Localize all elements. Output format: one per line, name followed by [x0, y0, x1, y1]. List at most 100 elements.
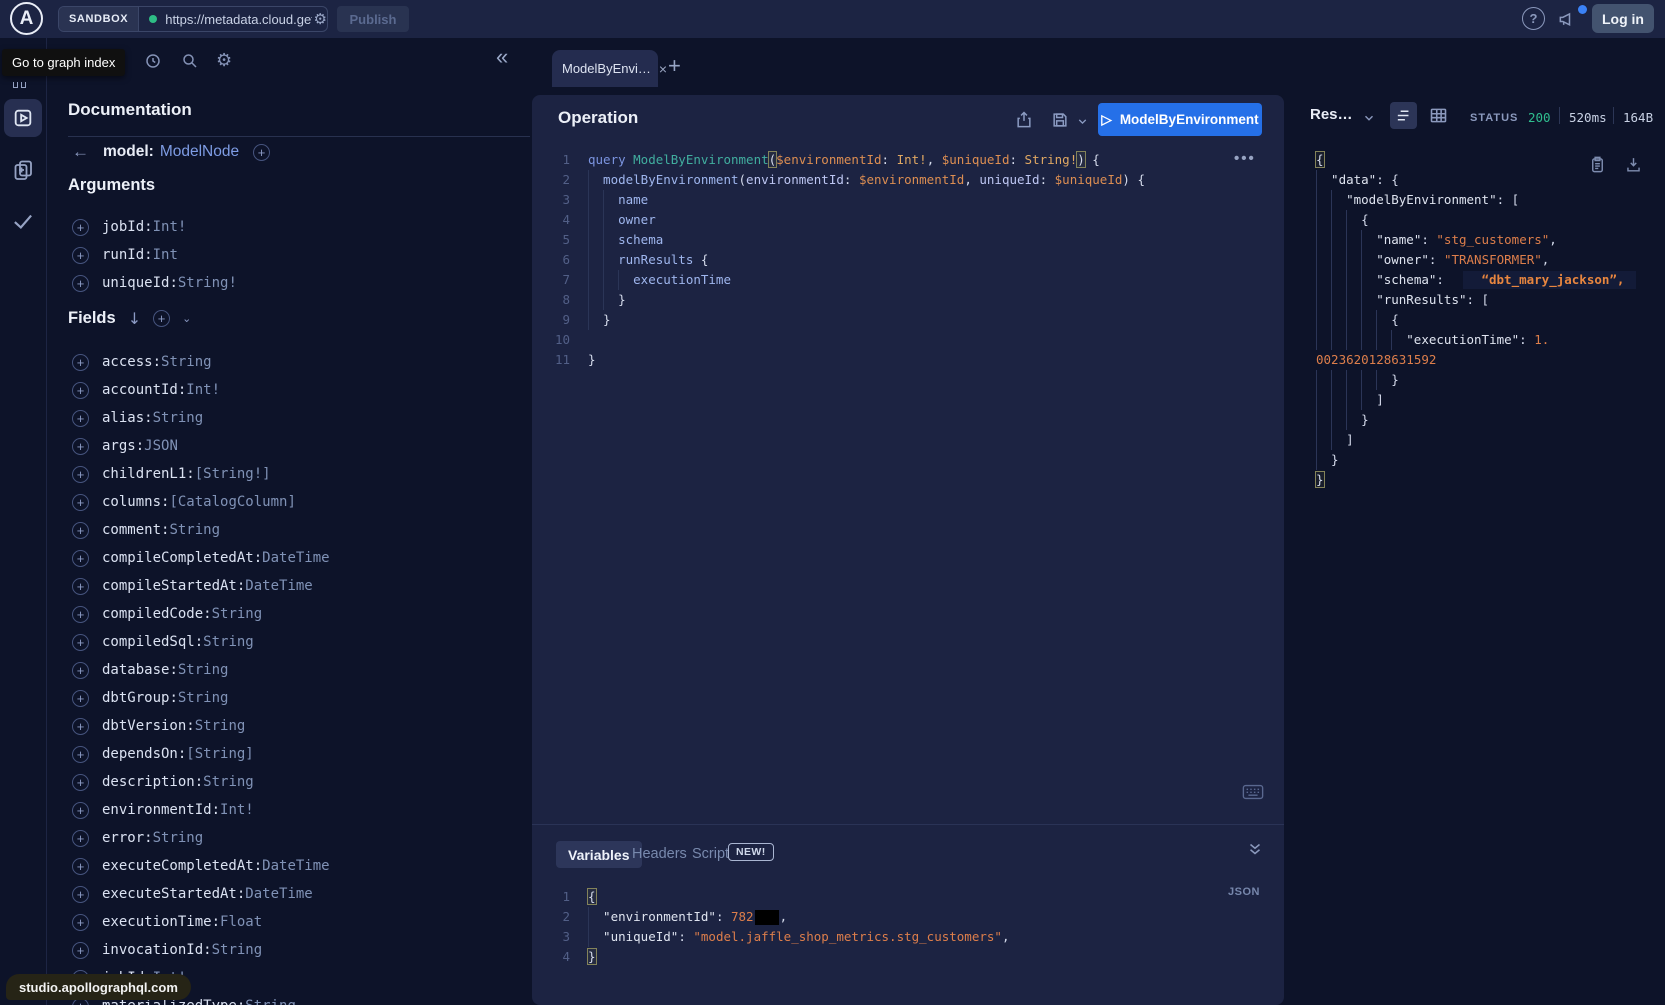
- add-field-button[interactable]: +: [72, 662, 89, 679]
- run-operation-button[interactable]: ▷ ModelByEnvironment: [1098, 103, 1262, 136]
- field-type[interactable]: String: [161, 354, 212, 370]
- tab-modelbyenvironment[interactable]: ModelByEnvi… ×: [552, 50, 658, 87]
- field-type[interactable]: DateTime: [262, 550, 329, 566]
- login-button[interactable]: Log in: [1592, 4, 1654, 33]
- add-field-button[interactable]: +: [72, 438, 89, 455]
- field-name[interactable]: compileCompletedAt: [102, 550, 254, 566]
- tab-script[interactable]: Script: [692, 846, 729, 862]
- field-name[interactable]: args: [102, 438, 136, 454]
- add-field-button[interactable]: +: [72, 494, 89, 511]
- save-dropdown-chevron-icon[interactable]: [1076, 115, 1089, 128]
- add-field-button[interactable]: +: [72, 219, 89, 236]
- endpoint-url-input[interactable]: https://metadata.cloud.getd: [165, 12, 311, 27]
- add-field-button[interactable]: +: [72, 382, 89, 399]
- announcements-icon[interactable]: [1557, 9, 1577, 29]
- chevron-down-icon[interactable]: ⌄: [182, 312, 191, 325]
- operation-menu-ellipsis[interactable]: •••: [1234, 150, 1256, 167]
- add-field-button[interactable]: +: [72, 578, 89, 595]
- add-field-button[interactable]: +: [72, 746, 89, 763]
- settings-icon[interactable]: ⚙: [216, 50, 232, 71]
- field-type[interactable]: Int!: [220, 802, 254, 818]
- connection-settings-icon[interactable]: ⚙: [314, 10, 327, 28]
- field-name[interactable]: dbtVersion: [102, 718, 186, 734]
- field-type[interactable]: String: [203, 774, 254, 790]
- add-field-button[interactable]: +: [72, 830, 89, 847]
- add-field-button[interactable]: +: [72, 858, 89, 875]
- field-name[interactable]: dependsOn: [102, 746, 178, 762]
- field-name[interactable]: jobId: [102, 219, 144, 235]
- add-field-button[interactable]: +: [72, 802, 89, 819]
- field-type[interactable]: JSON: [144, 438, 178, 454]
- add-field-button[interactable]: +: [72, 718, 89, 735]
- field-type[interactable]: String: [212, 606, 263, 622]
- response-dropdown-chevron-icon[interactable]: [1362, 111, 1376, 125]
- field-type[interactable]: DateTime: [262, 858, 329, 874]
- field-name[interactable]: executeStartedAt: [102, 886, 237, 902]
- field-name[interactable]: accountId: [102, 382, 178, 398]
- field-name[interactable]: invocationId: [102, 942, 203, 958]
- field-type[interactable]: [String]: [186, 746, 253, 762]
- breadcrumb-type[interactable]: ModelNode: [160, 143, 239, 161]
- tab-variables[interactable]: Variables: [556, 841, 642, 868]
- field-type[interactable]: DateTime: [245, 578, 312, 594]
- share-icon[interactable]: [1014, 110, 1034, 130]
- add-field-button[interactable]: +: [72, 942, 89, 959]
- save-icon[interactable]: [1050, 110, 1070, 130]
- field-name[interactable]: compileStartedAt: [102, 578, 237, 594]
- back-arrow-icon[interactable]: ←: [72, 142, 89, 162]
- sidebar-item-checks[interactable]: [10, 208, 36, 234]
- field-name[interactable]: compiledCode: [102, 606, 203, 622]
- field-type[interactable]: String: [153, 830, 204, 846]
- apollo-logo[interactable]: A: [10, 2, 43, 35]
- add-field-button[interactable]: +: [72, 634, 89, 651]
- field-name[interactable]: access: [102, 354, 153, 370]
- search-icon[interactable]: [181, 52, 199, 70]
- field-type[interactable]: String: [178, 662, 229, 678]
- field-type[interactable]: String: [245, 998, 296, 1005]
- field-type[interactable]: [CatalogColumn]: [169, 494, 295, 510]
- field-type[interactable]: String: [153, 410, 204, 426]
- add-field-button[interactable]: +: [72, 410, 89, 427]
- add-field-button[interactable]: +: [72, 354, 89, 371]
- field-name[interactable]: database: [102, 662, 169, 678]
- field-name[interactable]: executeCompletedAt: [102, 858, 254, 874]
- field-name[interactable]: childrenL1: [102, 466, 186, 482]
- field-type[interactable]: Int: [153, 247, 178, 263]
- field-name[interactable]: comment: [102, 522, 161, 538]
- field-type[interactable]: String!: [178, 275, 237, 291]
- variables-editor[interactable]: 1{2"environmentId": 782,3"uniqueId": "mo…: [548, 887, 1009, 967]
- add-field-button[interactable]: +: [72, 774, 89, 791]
- field-type[interactable]: String: [178, 690, 229, 706]
- add-field-button[interactable]: +: [72, 275, 89, 292]
- field-name[interactable]: executionTime: [102, 914, 212, 930]
- sidebar-item-collections[interactable]: [11, 158, 35, 182]
- graph-index-icon[interactable]: [13, 75, 29, 93]
- field-type[interactable]: String: [203, 634, 254, 650]
- field-name[interactable]: alias: [102, 410, 144, 426]
- field-name[interactable]: dbtGroup: [102, 690, 169, 706]
- sidebar-item-explorer[interactable]: [4, 99, 42, 137]
- collapse-sidebar-icon[interactable]: «: [496, 46, 508, 68]
- add-all-fields-button[interactable]: +: [153, 310, 170, 327]
- add-field-button[interactable]: +: [72, 690, 89, 707]
- add-field-button[interactable]: +: [253, 144, 270, 161]
- help-icon[interactable]: ?: [1522, 7, 1545, 30]
- field-name[interactable]: environmentId: [102, 802, 212, 818]
- field-type[interactable]: String: [212, 942, 263, 958]
- close-icon[interactable]: ×: [659, 61, 667, 77]
- field-name[interactable]: columns: [102, 494, 161, 510]
- field-name[interactable]: compiledSql: [102, 634, 195, 650]
- keyboard-shortcuts-icon[interactable]: [1242, 784, 1264, 800]
- field-name[interactable]: error: [102, 830, 144, 846]
- field-type[interactable]: DateTime: [245, 886, 312, 902]
- field-type[interactable]: Int!: [186, 382, 220, 398]
- new-tab-button[interactable]: +: [668, 55, 681, 77]
- collapse-variables-icon[interactable]: [1246, 840, 1264, 858]
- tab-headers[interactable]: Headers: [632, 846, 687, 862]
- field-type[interactable]: String: [195, 718, 246, 734]
- sort-icon[interactable]: ↓: [128, 309, 141, 328]
- query-editor[interactable]: 1query ModelByEnvironment($environmentId…: [548, 150, 1145, 370]
- response-format-table-button[interactable]: [1428, 105, 1449, 126]
- publish-button[interactable]: Publish: [337, 6, 409, 32]
- add-field-button[interactable]: +: [72, 247, 89, 264]
